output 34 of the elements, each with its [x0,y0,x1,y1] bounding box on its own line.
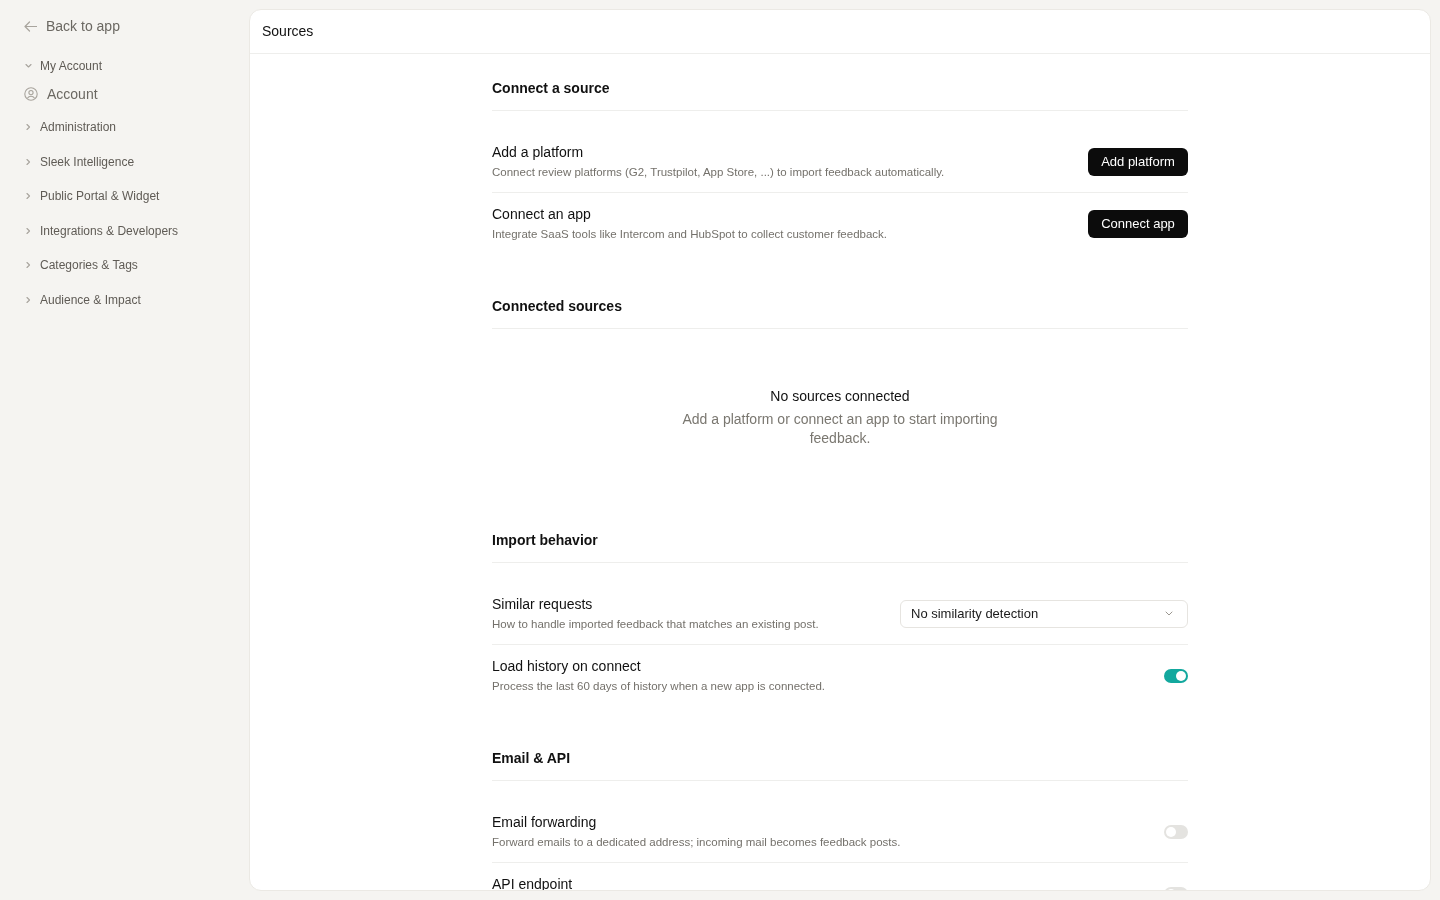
nav-group[interactable]: Sleek Intelligence [24,144,249,179]
nav-group[interactable]: Public Portal & Widget [24,179,249,214]
nav-group[interactable]: Categories & Tags [24,248,249,283]
setting-description: Connect review platforms (G2, Trustpilot, App Store, ...) to import feedback automatically. [492,164,945,180]
setting-title: Connect an app [492,205,592,223]
user-circle-icon [24,87,38,101]
setting-description: How to handle imported feedback that matches an existing post. [492,616,819,632]
select-field[interactable]: No similarity detection [900,599,1188,628]
section-heading: Import behavior [492,531,599,550]
setting-description: Process the last 60 days of history when a new app is connected. [492,678,826,694]
action-button[interactable]: Connect app [1088,209,1188,238]
back-link[interactable]: Back to app [24,16,249,36]
setting-title: Add a platform [492,143,585,161]
nav-group[interactable]: My Account [24,56,249,76]
setting-title: Load history on connect [492,657,642,675]
setting-title: Email forwarding [492,813,598,831]
nav-group[interactable]: Administration [24,110,249,145]
nav-item[interactable]: Account [24,82,249,106]
section-heading: Email & API [492,749,572,768]
action-button[interactable]: Add platform [1088,147,1188,176]
page-title: Sources [262,22,314,41]
toggle-switch[interactable] [1164,824,1188,839]
setting-description: Integrate SaaS tools like Intercom and HubSpot to collect customer feedback. [492,226,888,242]
nav-group[interactable]: Audience & Impact [24,282,249,317]
toggle-switch[interactable] [1164,668,1188,683]
section-heading: Connected sources [492,297,623,316]
back-arrow-icon [24,20,37,32]
setting-title: Similar requests [492,595,594,613]
empty-state-title: No sources connected [770,387,910,406]
nav-group[interactable]: Integrations & Developers [24,213,249,248]
setting-description: Forward emails to a dedicated address; incoming mail becomes feedback posts. [492,834,901,850]
section-heading: Connect a source [492,79,611,98]
chevron-down-icon [1165,611,1173,616]
empty-state-message: Add a platform or connect an app to start importing feedback. [681,410,999,448]
